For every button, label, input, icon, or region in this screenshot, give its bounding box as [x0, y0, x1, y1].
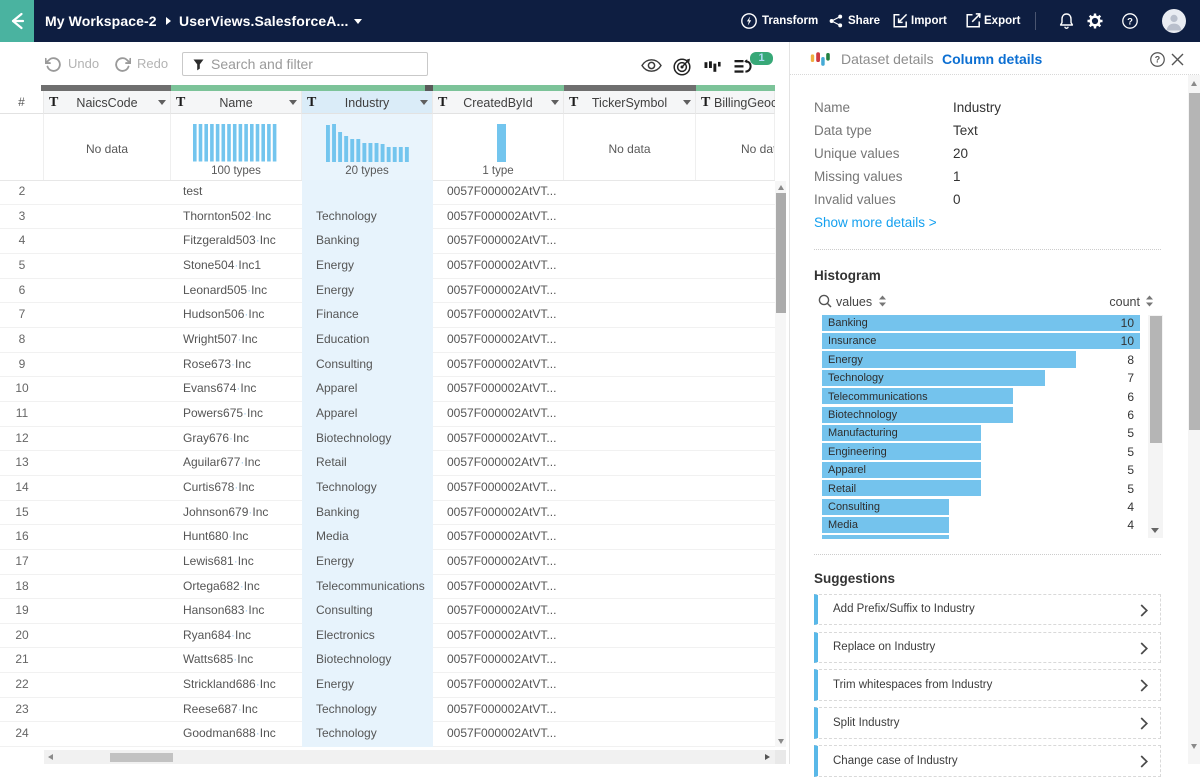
svg-text:?: ? [1155, 55, 1160, 65]
svg-text:?: ? [1127, 16, 1133, 27]
